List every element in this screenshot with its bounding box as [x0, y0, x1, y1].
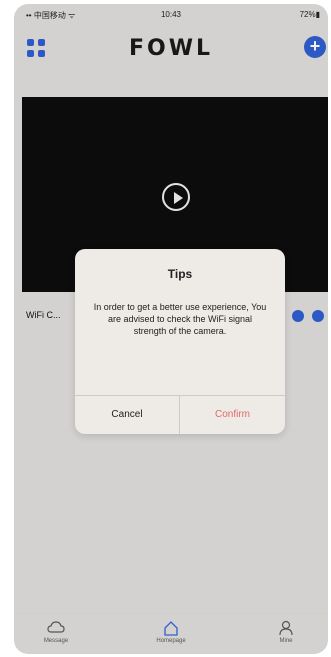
home-icon: [162, 620, 180, 636]
phone-screen: •• 中国移动 ᯤ 10:43 72%▮ FOWL + WiFi C... Ti…: [14, 4, 328, 654]
tips-dialog: Tips In order to get a better use experi…: [75, 249, 285, 434]
dialog-buttons: Cancel Confirm: [75, 395, 285, 434]
tab-homepage[interactable]: Homepage: [131, 620, 211, 644]
tab-message[interactable]: Message: [16, 620, 96, 644]
dialog-message: In order to get a better use experience,…: [93, 302, 267, 336]
cloud-icon: [47, 620, 65, 636]
tab-bar: Message Homepage Mine: [14, 613, 328, 654]
person-icon: [277, 620, 295, 636]
tab-label: Message: [43, 638, 69, 644]
tab-label: Homepage: [156, 638, 186, 644]
tab-label: Mine: [279, 638, 293, 644]
dialog-title: Tips: [167, 267, 193, 281]
cancel-button[interactable]: Cancel: [75, 396, 180, 434]
confirm-button[interactable]: Confirm: [180, 396, 285, 434]
tab-mine[interactable]: Mine: [246, 620, 326, 644]
